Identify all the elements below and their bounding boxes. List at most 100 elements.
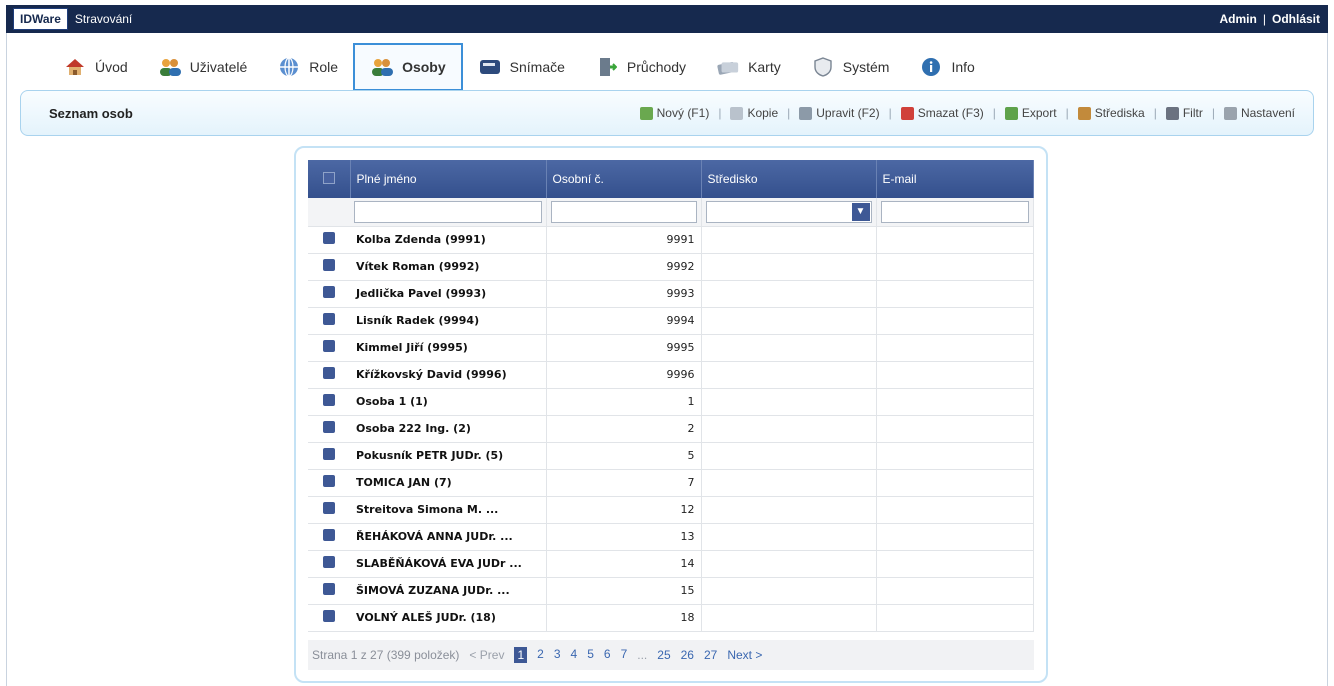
- table-row[interactable]: TOMICA JAN (7) 7: [308, 469, 1034, 497]
- action-export-button[interactable]: Export: [1004, 106, 1057, 120]
- edit-icon: [799, 106, 813, 120]
- brand-logo[interactable]: IDWare: [13, 8, 68, 30]
- cell-email: [876, 388, 1034, 416]
- row-checkbox[interactable]: [308, 604, 350, 632]
- cell-center: [701, 361, 877, 389]
- table-row[interactable]: Kimmel Jiří (9995) 9995: [308, 334, 1034, 362]
- pager-page-2[interactable]: 2: [537, 647, 544, 663]
- nav-tab-role[interactable]: Role: [262, 44, 353, 90]
- cell-number: 9995: [546, 334, 702, 362]
- logout-link[interactable]: Odhlásit: [1272, 12, 1320, 26]
- filter-name-input[interactable]: [354, 200, 542, 223]
- cell-center: [701, 388, 877, 416]
- toolbar-divider: |: [718, 106, 722, 120]
- pager-page-26[interactable]: 26: [681, 648, 694, 662]
- row-checkbox[interactable]: [308, 361, 350, 389]
- row-checkbox[interactable]: [308, 577, 350, 605]
- nav-tab-osoby[interactable]: Osoby: [353, 43, 463, 91]
- nav-tab-uvod[interactable]: Úvod: [48, 44, 143, 90]
- action-copy-button[interactable]: Kopie: [730, 106, 778, 120]
- table-row[interactable]: ŠIMOVÁ ZUZANA JUDr. ... 15: [308, 577, 1034, 605]
- table-row[interactable]: Kolba Zdenda (9991) 9991: [308, 226, 1034, 254]
- row-checkbox[interactable]: [308, 307, 350, 335]
- row-checkbox[interactable]: [308, 388, 350, 416]
- table-row[interactable]: Osoba 1 (1) 1: [308, 388, 1034, 416]
- cell-center: [701, 226, 877, 254]
- table-row[interactable]: Křížkovský David (9996) 9996: [308, 361, 1034, 389]
- pager-page-7[interactable]: 7: [621, 647, 628, 663]
- user-name[interactable]: Admin: [1220, 12, 1257, 26]
- table-row[interactable]: Lisník Radek (9994) 9994: [308, 307, 1034, 335]
- pager-page-27[interactable]: 27: [704, 648, 717, 662]
- toolbar-divider: |: [1211, 106, 1215, 120]
- nav-tab-label: Karty: [748, 59, 781, 75]
- pager-page-1[interactable]: 1: [514, 647, 528, 663]
- column-header-name[interactable]: Plné jméno: [350, 160, 547, 198]
- action-edit-button[interactable]: Upravit (F2): [799, 106, 880, 120]
- table-row[interactable]: Vítek Roman (9992) 9992: [308, 253, 1034, 281]
- row-checkbox[interactable]: [308, 226, 350, 254]
- nav-tab-info[interactable]: Info: [904, 44, 989, 90]
- shield-icon: [811, 56, 835, 78]
- table-row[interactable]: ŘEHÁKOVÁ ANNA JUDr. ... 13: [308, 523, 1034, 551]
- cell-email: [876, 226, 1034, 254]
- row-checkbox[interactable]: [308, 280, 350, 308]
- cell-center: [701, 334, 877, 362]
- column-header-email[interactable]: E-mail: [876, 160, 1034, 198]
- filter-number-input[interactable]: [550, 200, 697, 223]
- action-settings-button[interactable]: Nastavení: [1223, 106, 1295, 120]
- action-delete-button[interactable]: Smazat (F3): [900, 106, 984, 120]
- pager-next[interactable]: Next >: [727, 648, 762, 662]
- cell-email: [876, 361, 1034, 389]
- action-label: Nový (F1): [656, 106, 710, 120]
- cell-center: [701, 496, 877, 524]
- pager-summary: Strana 1 z 27 (399 položek): [312, 648, 460, 662]
- row-checkbox[interactable]: [308, 415, 350, 443]
- row-checkbox[interactable]: [308, 442, 350, 470]
- select-all-checkbox[interactable]: [308, 160, 351, 198]
- door-icon: [595, 56, 619, 78]
- table-row[interactable]: Pokusník PETR JUDr. (5) 5: [308, 442, 1034, 470]
- pager-page-3[interactable]: 3: [554, 647, 561, 663]
- pager-page-5[interactable]: 5: [587, 647, 594, 663]
- centers-icon: [1077, 106, 1091, 120]
- cell-number: 12: [546, 496, 702, 524]
- table-row[interactable]: Osoba 222 Ing. (2) 2: [308, 415, 1034, 443]
- cell-name: Streitova Simona M. ...: [350, 496, 547, 524]
- row-checkbox[interactable]: [308, 334, 350, 362]
- action-filter-button[interactable]: Filtr: [1165, 106, 1203, 120]
- row-checkbox[interactable]: [308, 523, 350, 551]
- cell-center: [701, 307, 877, 335]
- app-name[interactable]: Stravování: [75, 12, 132, 26]
- copy-icon: [730, 106, 744, 120]
- row-checkbox[interactable]: [308, 550, 350, 578]
- column-header-center[interactable]: Středisko: [701, 160, 877, 198]
- table-row[interactable]: VOLNÝ ALEŠ JUDr. (18) 18: [308, 604, 1034, 632]
- row-checkbox[interactable]: [308, 469, 350, 497]
- action-centers-button[interactable]: Střediska: [1077, 106, 1145, 120]
- chevron-down-icon[interactable]: ▼: [851, 202, 870, 221]
- nav-tab-pruchody[interactable]: Průchody: [580, 44, 701, 90]
- row-checkbox[interactable]: [308, 496, 350, 524]
- cell-email: [876, 307, 1034, 335]
- pager-page-4[interactable]: 4: [571, 647, 578, 663]
- pager-prev[interactable]: < Prev: [469, 648, 504, 662]
- action-label: Smazat (F3): [917, 106, 984, 120]
- nav-tab-snimace[interactable]: Snímače: [463, 44, 580, 90]
- nav-tab-system[interactable]: Systém: [796, 44, 905, 90]
- table-row[interactable]: Jedlička Pavel (9993) 9993: [308, 280, 1034, 308]
- cell-email: [876, 280, 1034, 308]
- column-header-number[interactable]: Osobní č.: [546, 160, 702, 198]
- table-row[interactable]: SLABĚŇÁKOVÁ EVA JUDr ... 14: [308, 550, 1034, 578]
- action-new-button[interactable]: Nový (F1): [639, 106, 710, 120]
- home-icon: [63, 56, 87, 78]
- nav-tab-karty[interactable]: Karty: [701, 44, 796, 90]
- nav-tab-uzivatele[interactable]: Uživatelé: [143, 44, 263, 90]
- cell-name: Osoba 222 Ing. (2): [350, 415, 547, 443]
- pager-page-25[interactable]: 25: [657, 648, 670, 662]
- filter-email-input[interactable]: [880, 200, 1029, 223]
- table-row[interactable]: Streitova Simona M. ... 12: [308, 496, 1034, 524]
- pager-page-6[interactable]: 6: [604, 647, 611, 663]
- row-checkbox[interactable]: [308, 253, 350, 281]
- filter-center-select[interactable]: ▼: [705, 200, 872, 223]
